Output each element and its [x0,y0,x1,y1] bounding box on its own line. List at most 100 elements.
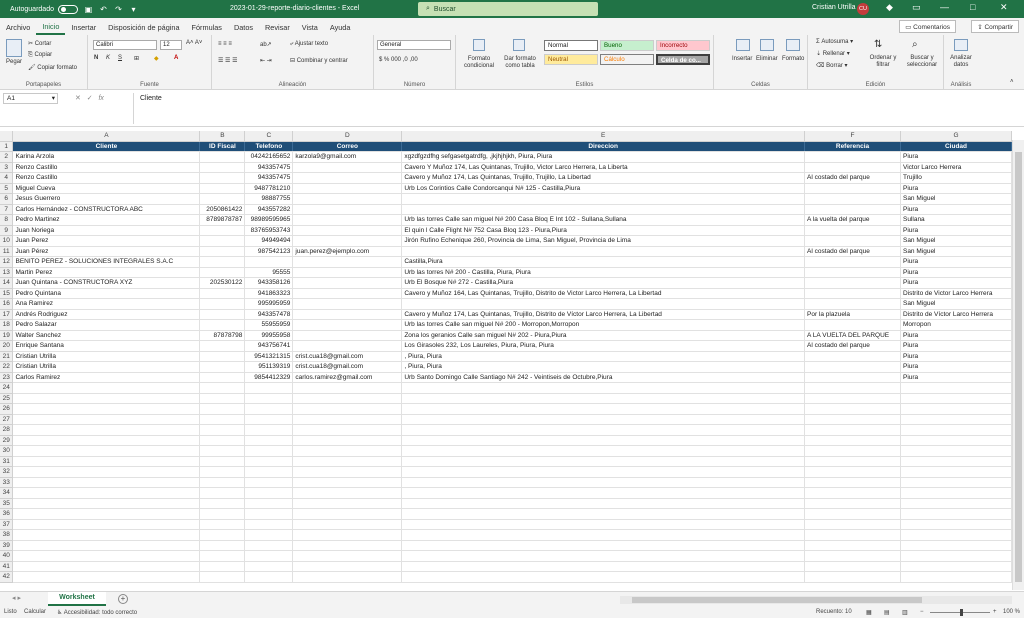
redo-icon[interactable]: ↷ [114,5,123,14]
zoom-out-icon[interactable]: − [920,609,924,615]
cell[interactable] [401,466,806,478]
cell[interactable]: Piura [900,183,1012,194]
cell[interactable]: Distrito de Víctor Larco Herrera [900,309,1012,320]
cell[interactable] [199,561,246,572]
cell[interactable]: 99955958 [244,330,294,341]
cell[interactable] [12,550,201,562]
name-box-dropdown-icon[interactable]: ▾ [52,94,55,103]
cell[interactable]: San Miguel [900,246,1012,257]
row-header[interactable]: 34 [0,487,14,499]
cell[interactable] [199,477,246,488]
cell[interactable] [244,424,294,436]
cell[interactable]: Piura [900,330,1012,341]
vertical-scrollbar[interactable] [1012,140,1024,590]
formula-input[interactable]: Cliente [133,93,1021,124]
cell[interactable]: Cavero y Muñoz 164, Las Quintanas, Truji… [401,288,806,299]
cell[interactable] [401,246,806,257]
cell[interactable]: 951139319 [244,361,294,373]
format-cells-icon[interactable] [786,39,800,51]
row-header[interactable]: 2 [0,151,14,163]
cell[interactable] [244,519,294,530]
conditional-format-label[interactable]: Formato condicional [462,56,496,70]
collapse-ribbon-icon[interactable]: ˄ [1010,79,1014,85]
cell[interactable] [199,519,246,530]
cell[interactable]: , Piura, Piura [401,351,806,362]
cell[interactable] [804,414,901,425]
cell[interactable] [804,162,901,173]
header-cell[interactable]: Direccion [401,141,806,152]
cell[interactable]: Carlos Hernández - CONSTRUCTORA ABC [12,204,201,215]
vertical-scroll-thumb[interactable] [1015,152,1022,582]
cell[interactable]: Carlos Ramirez [12,372,201,383]
row-header[interactable]: 9 [0,225,14,236]
cell[interactable]: Enrique Santana [12,340,201,352]
cell[interactable]: 95555 [244,267,294,278]
cell[interactable] [292,214,403,226]
borders-icon[interactable]: ⊞ [134,55,139,62]
cell[interactable]: 941863323 [244,288,294,299]
cell[interactable] [199,340,246,352]
cell[interactable]: carlos.ramirez@gmail.com [292,372,403,383]
cell[interactable] [804,550,901,562]
cell[interactable] [292,330,403,341]
cell[interactable]: Al costado del parque [804,340,901,352]
cell[interactable] [292,393,403,404]
font-size-select[interactable]: 12 [160,40,182,50]
font-color-icon[interactable]: A [174,55,178,61]
zoom-in-icon[interactable]: + [993,609,997,615]
cell[interactable] [12,382,201,394]
cell[interactable] [12,466,201,478]
style-normal[interactable]: Normal [544,40,598,51]
cell[interactable] [199,498,246,509]
cell[interactable]: Pedro Salazar [12,319,201,331]
cell[interactable] [12,529,201,541]
autosave-control[interactable]: Autoguardado [10,4,78,14]
cell[interactable] [292,256,403,268]
cell[interactable] [292,298,403,310]
row-header[interactable]: 12 [0,256,14,268]
horizontal-scroll-thumb[interactable] [632,597,922,603]
cell[interactable] [199,529,246,541]
cell[interactable] [804,508,901,520]
cell[interactable] [199,256,246,268]
row-header[interactable]: 1 [0,141,14,152]
cell[interactable] [244,477,294,488]
cell[interactable] [401,193,806,205]
minimize-icon[interactable]: — [940,2,949,12]
conditional-format-icon[interactable] [473,39,485,51]
normal-view-icon[interactable]: ▦ [866,609,872,616]
cell[interactable] [900,550,1012,562]
cell[interactable] [804,529,901,541]
row-header[interactable]: 38 [0,529,14,541]
save-icon[interactable]: ▣ [84,5,93,14]
cell[interactable] [292,204,403,215]
cell[interactable]: Urb Los Corintios Calle Condorcanqui N# … [401,183,806,194]
cell[interactable]: Piura [900,277,1012,289]
tab-archivo[interactable]: Archivo [0,23,36,35]
cell[interactable] [292,403,403,415]
row-header[interactable]: 28 [0,424,14,436]
cell[interactable] [244,435,294,446]
cell[interactable] [199,309,246,320]
cell[interactable] [804,151,901,163]
cell[interactable] [292,508,403,520]
row-header[interactable]: 32 [0,466,14,478]
cell[interactable]: 943557282 [244,204,294,215]
cell[interactable] [12,571,201,583]
cell[interactable] [900,445,1012,457]
cell[interactable] [292,498,403,509]
underline-icon[interactable]: S [118,55,122,61]
row-header[interactable]: 29 [0,435,14,446]
cell[interactable] [804,372,901,383]
align-top-icon[interactable]: ≡ ≡ ≡ [218,41,232,47]
cell[interactable] [292,267,403,278]
cell[interactable] [401,424,806,436]
user-name[interactable]: Cristian Utrilla [812,4,856,11]
cell[interactable] [900,519,1012,530]
cell[interactable] [12,435,201,446]
cell[interactable] [12,424,201,436]
cell[interactable]: 87878798 [199,330,246,341]
cell[interactable] [12,403,201,415]
cell[interactable] [401,414,806,425]
tab-formulas[interactable]: Fórmulas [186,23,228,35]
